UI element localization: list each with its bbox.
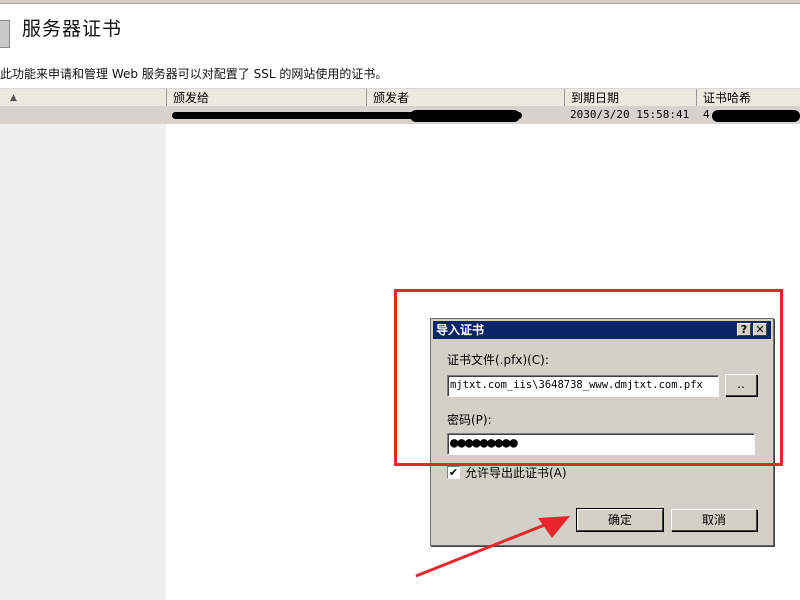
certificate-icon bbox=[0, 20, 10, 48]
page-description: 此功能来申请和管理 Web 服务器可以对配置了 SSL 的网站使用的证书。 bbox=[0, 67, 388, 81]
sort-ascending-icon[interactable]: ▲ bbox=[10, 89, 17, 107]
redaction-mark bbox=[712, 110, 800, 122]
ok-button[interactable]: 确定 bbox=[576, 508, 664, 532]
arrow-shaft bbox=[415, 520, 553, 578]
red-arrow-icon bbox=[415, 516, 570, 578]
column-expiry-date[interactable]: 到期日期 bbox=[564, 89, 696, 107]
top-border bbox=[0, 0, 800, 4]
column-issued-by[interactable]: 颁发者 bbox=[366, 89, 564, 107]
column-issued-to[interactable]: 颁发给 bbox=[166, 89, 366, 107]
list-header: ▲ 颁发给 颁发者 到期日期 证书哈希 bbox=[0, 88, 800, 108]
annotation-highlight-box bbox=[394, 289, 783, 466]
allow-export-checkbox[interactable]: ✔ bbox=[447, 466, 460, 479]
page-title: 服务器证书 bbox=[22, 18, 123, 40]
column-cert-hash[interactable]: 证书哈希 bbox=[696, 89, 800, 107]
table-row[interactable]: 2030/3/20 15:58:41 4 bbox=[0, 106, 800, 124]
hash-cell: 4 bbox=[703, 108, 710, 121]
cancel-button[interactable]: 取消 bbox=[671, 509, 757, 531]
allow-export-label[interactable]: 允许导出此证书(A) bbox=[465, 464, 567, 481]
redaction-mark bbox=[410, 110, 520, 122]
left-pane bbox=[0, 124, 166, 600]
expiry-cell: 2030/3/20 15:58:41 bbox=[570, 108, 690, 121]
